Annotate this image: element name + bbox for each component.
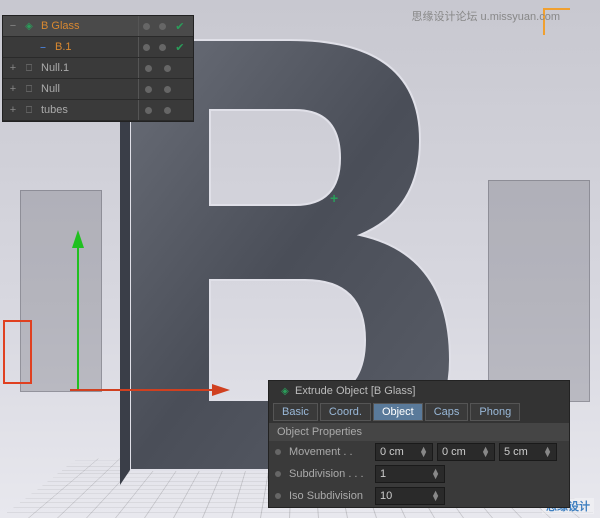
visibility-dots[interactable] bbox=[138, 58, 189, 78]
movement-z-field[interactable]: 5 cm▲▼ bbox=[499, 443, 557, 461]
tab-caps[interactable]: Caps bbox=[425, 403, 469, 421]
movement-x-field[interactable]: 0 cm▲▼ bbox=[375, 443, 433, 461]
extrude-icon: ◈ bbox=[22, 19, 36, 33]
prop-subdivision: Subdivision . . . 1▲▼ bbox=[269, 463, 569, 485]
prop-movement: Movement . . 0 cm▲▼ 0 cm▲▼ 5 cm▲▼ bbox=[269, 441, 569, 463]
bullet-icon bbox=[275, 471, 281, 477]
iso-subdivision-field[interactable]: 10▲▼ bbox=[375, 487, 445, 505]
expand-toggle[interactable]: + bbox=[7, 104, 19, 116]
section-header: Object Properties bbox=[269, 423, 569, 441]
check-icon[interactable]: ✔ bbox=[175, 20, 184, 33]
axis-cursor: + bbox=[330, 190, 338, 206]
tab-basic[interactable]: Basic bbox=[273, 403, 318, 421]
visibility-dots[interactable]: ✔ bbox=[138, 16, 189, 36]
expand-toggle[interactable]: − bbox=[7, 20, 19, 32]
object-row-null-1[interactable]: +⎕Null.1 bbox=[3, 58, 193, 79]
object-name[interactable]: B Glass bbox=[39, 20, 138, 32]
bullet-icon bbox=[275, 493, 281, 499]
movement-label: Movement . . bbox=[289, 446, 371, 458]
iso-subdivision-label: Iso Subdivision bbox=[289, 490, 371, 502]
scaffold-right bbox=[488, 180, 590, 402]
object-row-b-1[interactable]: ⎯B.1 ✔ bbox=[3, 37, 193, 58]
prop-iso-subdivision: Iso Subdivision 10▲▼ bbox=[269, 485, 569, 507]
object-row-tubes[interactable]: +⎕tubes bbox=[3, 100, 193, 121]
object-row-b-glass[interactable]: −◈B Glass ✔ bbox=[3, 16, 193, 37]
null-icon: ⎕ bbox=[22, 103, 36, 117]
visibility-dots[interactable] bbox=[138, 100, 189, 120]
attr-title: Extrude Object [B Glass] bbox=[295, 385, 415, 397]
y-axis-gizmo[interactable] bbox=[70, 230, 90, 390]
tab-phong[interactable]: Phong bbox=[470, 403, 520, 421]
spline-icon: ⎯ bbox=[36, 40, 50, 54]
extrude-icon: ◈ bbox=[278, 384, 292, 398]
subdivision-label: Subdivision . . . bbox=[289, 468, 371, 480]
object-row-null[interactable]: +⎕Null bbox=[3, 79, 193, 100]
attr-tabs: BasicCoord.ObjectCapsPhong bbox=[269, 401, 569, 423]
expand-toggle[interactable]: + bbox=[7, 83, 19, 95]
null-icon: ⎕ bbox=[22, 61, 36, 75]
attr-title-bar: ◈ Extrude Object [B Glass] bbox=[269, 381, 569, 401]
object-name[interactable]: B.1 bbox=[53, 41, 138, 53]
x-axis-gizmo[interactable] bbox=[70, 380, 230, 400]
bullet-icon bbox=[275, 449, 281, 455]
check-icon[interactable]: ✔ bbox=[175, 41, 184, 54]
null-icon: ⎕ bbox=[22, 82, 36, 96]
object-name[interactable]: tubes bbox=[39, 104, 138, 116]
expand-toggle[interactable]: + bbox=[7, 62, 19, 74]
object-name[interactable]: Null.1 bbox=[39, 62, 138, 74]
tab-coord[interactable]: Coord. bbox=[320, 403, 371, 421]
tab-object[interactable]: Object bbox=[373, 403, 423, 421]
visibility-dots[interactable] bbox=[138, 79, 189, 99]
attribute-manager[interactable]: ◈ Extrude Object [B Glass] BasicCoord.Ob… bbox=[268, 380, 570, 508]
watermark: 思缘设计论坛 u.missyuan.com bbox=[411, 8, 560, 24]
subdivision-field[interactable]: 1▲▼ bbox=[375, 465, 445, 483]
camera-frame bbox=[3, 320, 32, 384]
movement-y-field[interactable]: 0 cm▲▼ bbox=[437, 443, 495, 461]
visibility-dots[interactable]: ✔ bbox=[138, 37, 189, 57]
object-name[interactable]: Null bbox=[39, 83, 138, 95]
object-manager[interactable]: −◈B Glass✔⎯B.1✔+⎕Null.1+⎕Null+⎕tubes bbox=[2, 15, 194, 122]
